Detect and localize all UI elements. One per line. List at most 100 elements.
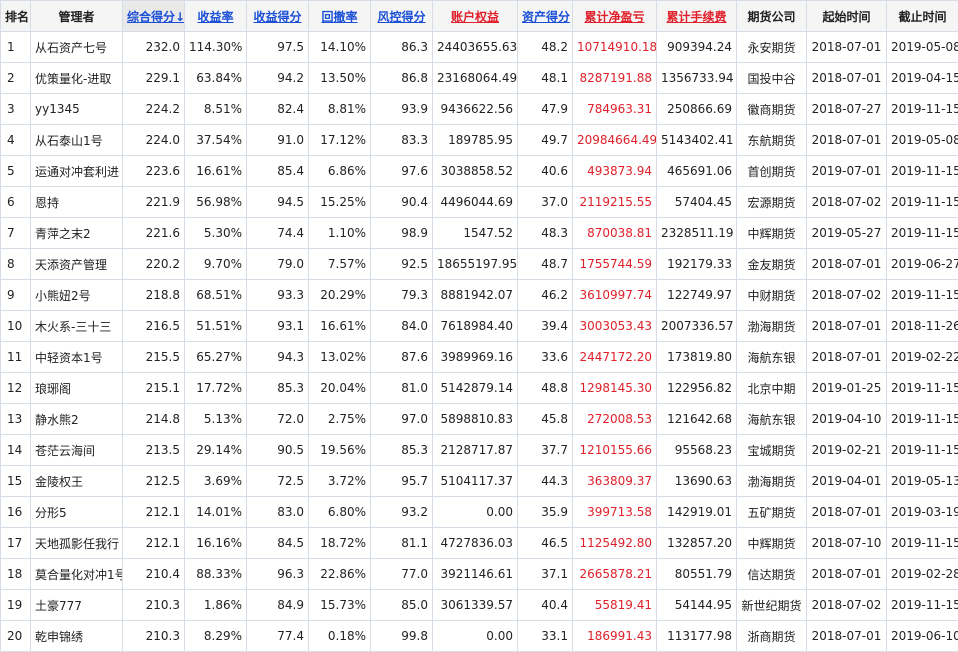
cell-cum-fee: 95568.23 — [656, 434, 737, 466]
cell-drawdown: 7.57% — [308, 248, 371, 280]
cell-total-score: 224.0 — [122, 124, 185, 156]
sort-risk-score[interactable]: 风控得分 — [370, 0, 433, 32]
cell-manager[interactable]: 静水熊2 — [30, 403, 123, 435]
sort-equity[interactable]: 账户权益 — [432, 0, 518, 32]
cell-manager[interactable]: 中轻资本1号 — [30, 341, 123, 373]
cell-rank: 4 — [0, 124, 31, 156]
cell-equity: 0.00 — [432, 620, 518, 652]
cell-manager[interactable]: yy1345 — [30, 93, 123, 125]
cell-return-rate: 29.14% — [184, 434, 247, 466]
cell-total-score: 210.4 — [122, 558, 185, 590]
cell-manager[interactable]: 小熊妞2号 — [30, 279, 123, 311]
header-rank: 排名 — [0, 0, 31, 32]
cell-risk-score: 97.0 — [370, 403, 433, 435]
cell-end: 2019-11-15 — [886, 589, 958, 621]
cell-manager[interactable]: 青萍之末2 — [30, 217, 123, 249]
cell-cum-pnl: 55819.41 — [572, 589, 657, 621]
sort-cum-fee[interactable]: 累计手续费 — [656, 0, 737, 32]
cell-total-score: 215.1 — [122, 372, 185, 404]
cell-broker: 金友期货 — [736, 248, 807, 280]
cell-cum-fee: 192179.33 — [656, 248, 737, 280]
cell-cum-fee: 465691.06 — [656, 155, 737, 187]
cell-manager[interactable]: 恩持 — [30, 186, 123, 218]
table-row: 1 从石资产七号 232.0 114.30% 97.5 14.10% 86.3 2440365… — [0, 31, 958, 63]
cell-total-score: 221.9 — [122, 186, 185, 218]
cell-manager[interactable]: 从石泰山1号 — [30, 124, 123, 156]
table-row: 2 优策量化-进取 229.1 63.84% 94.2 13.50% 86.8 2316806… — [0, 62, 958, 94]
cell-asset-score: 46.5 — [517, 527, 573, 559]
cell-manager[interactable]: 优策量化-进取 — [30, 62, 123, 94]
cell-return-score: 90.5 — [246, 434, 309, 466]
cell-start: 2019-04-01 — [806, 465, 887, 497]
cell-risk-score: 77.0 — [370, 558, 433, 590]
table-row: 6 恩持 221.9 56.98% 94.5 15.25% 90.4 4496044.69 37… — [0, 186, 958, 218]
cell-cum-pnl: 3610997.74 — [572, 279, 657, 311]
cell-manager[interactable]: 天地孤影任我行 — [30, 527, 123, 559]
cell-asset-score: 48.3 — [517, 217, 573, 249]
sort-asset-score[interactable]: 资产得分 — [517, 0, 573, 32]
sort-drawdown[interactable]: 回撤率 — [308, 0, 371, 32]
cell-broker: 东航期货 — [736, 124, 807, 156]
cell-asset-score: 48.1 — [517, 62, 573, 94]
cell-broker: 宏源期货 — [736, 186, 807, 218]
header-row: 排名 管理者 综合得分↓ 收益率 收益得分 回撤率 风控得分 账户权益 资产得分… — [0, 0, 958, 32]
sort-cum-pnl[interactable]: 累计净盈亏 — [572, 0, 657, 32]
cell-manager[interactable]: 莫合量化对冲1号 — [30, 558, 123, 590]
cell-risk-score: 84.0 — [370, 310, 433, 342]
cell-manager[interactable]: 木火系-三十三 — [30, 310, 123, 342]
cell-manager[interactable]: 分形5 — [30, 496, 123, 528]
cell-manager[interactable]: 运通对冲套利进 — [30, 155, 123, 187]
cell-return-score: 72.0 — [246, 403, 309, 435]
cell-manager[interactable]: 苍茫云海间 — [30, 434, 123, 466]
cell-total-score: 220.2 — [122, 248, 185, 280]
cell-manager[interactable]: 天添资产管理 — [30, 248, 123, 280]
cell-return-score: 93.1 — [246, 310, 309, 342]
cell-cum-fee: 80551.79 — [656, 558, 737, 590]
cell-start: 2018-07-01 — [806, 124, 887, 156]
table-row: 20 乾申锦绣 210.3 8.29% 77.4 0.18% 99.8 0.00 33.1 186… — [0, 620, 958, 652]
cell-manager[interactable]: 从石资产七号 — [30, 31, 123, 63]
cell-cum-pnl: 20984664.49 — [572, 124, 657, 156]
cell-equity: 3061339.57 — [432, 589, 518, 621]
cell-end: 2019-05-13 — [886, 465, 958, 497]
cell-manager[interactable]: 琅琊阁 — [30, 372, 123, 404]
cell-manager[interactable]: 乾申锦绣 — [30, 620, 123, 652]
cell-start: 2018-07-02 — [806, 186, 887, 218]
cell-asset-score: 37.0 — [517, 186, 573, 218]
cell-broker: 信达期货 — [736, 558, 807, 590]
sort-total-score[interactable]: 综合得分↓ — [122, 0, 185, 32]
cell-end: 2019-03-19 — [886, 496, 958, 528]
cell-return-rate: 65.27% — [184, 341, 247, 373]
cell-return-score: 84.9 — [246, 589, 309, 621]
header-end: 截止时间 — [886, 0, 958, 32]
cell-return-score: 91.0 — [246, 124, 309, 156]
table-row: 8 天添资产管理 220.2 9.70% 79.0 7.57% 92.5 18655197.9… — [0, 248, 958, 280]
cell-manager[interactable]: 金陵权王 — [30, 465, 123, 497]
cell-equity: 9436622.56 — [432, 93, 518, 125]
cell-total-score: 212.1 — [122, 527, 185, 559]
sort-return-score[interactable]: 收益得分 — [246, 0, 309, 32]
cell-end: 2019-11-15 — [886, 527, 958, 559]
cell-return-score: 85.3 — [246, 372, 309, 404]
cell-manager[interactable]: 土豪777 — [30, 589, 123, 621]
cell-return-rate: 8.29% — [184, 620, 247, 652]
cell-equity: 18655197.95 — [432, 248, 518, 280]
cell-return-rate: 5.13% — [184, 403, 247, 435]
cell-drawdown: 18.72% — [308, 527, 371, 559]
cell-asset-score: 40.4 — [517, 589, 573, 621]
cell-end: 2019-02-22 — [886, 341, 958, 373]
cell-cum-fee: 122749.97 — [656, 279, 737, 311]
cell-risk-score: 81.0 — [370, 372, 433, 404]
sort-return-rate[interactable]: 收益率 — [184, 0, 247, 32]
cell-equity: 1547.52 — [432, 217, 518, 249]
cell-end: 2019-11-15 — [886, 403, 958, 435]
cell-total-score: 213.5 — [122, 434, 185, 466]
cell-asset-score: 39.4 — [517, 310, 573, 342]
cell-broker: 中辉期货 — [736, 217, 807, 249]
cell-rank: 20 — [0, 620, 31, 652]
cell-return-score: 93.3 — [246, 279, 309, 311]
cell-end: 2019-11-15 — [886, 279, 958, 311]
cell-cum-fee: 121642.68 — [656, 403, 737, 435]
cell-return-rate: 114.30% — [184, 31, 247, 63]
cell-risk-score: 99.8 — [370, 620, 433, 652]
